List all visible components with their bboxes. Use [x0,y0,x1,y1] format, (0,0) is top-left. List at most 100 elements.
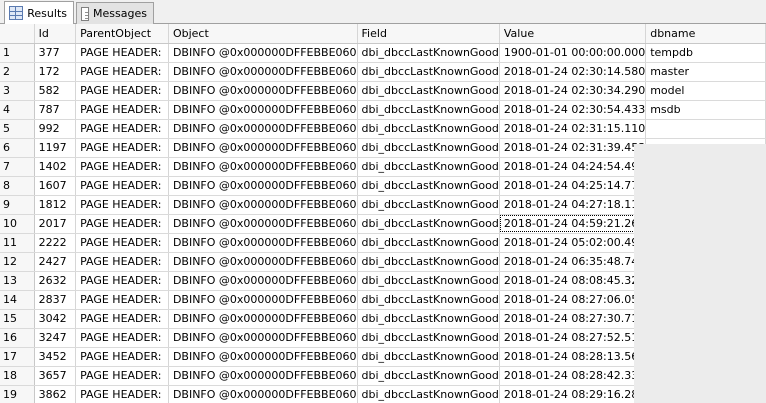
cell-object[interactable]: DBINFO @0x000000DFFEBBE060 [168,309,358,329]
cell-parentobject[interactable]: PAGE HEADER: [75,252,169,272]
table-row[interactable]: 5 992 PAGE HEADER: DBINFO @0x000000DFFEBBE0… [0,119,766,139]
cell-value[interactable]: 2018-01-24 08:28:42.333 [499,366,647,386]
row-number[interactable]: 16 [0,328,35,348]
row-number[interactable]: 9 [0,195,35,215]
cell-parentobject[interactable]: PAGE HEADER: [75,233,169,253]
cell-id[interactable]: 3657 [34,366,77,386]
cell-value[interactable]: 2018-01-24 08:27:52.513 [499,328,647,348]
cell-id[interactable]: 2222 [34,233,77,253]
cell-field[interactable]: dbi_dbccLastKnownGood [357,138,500,158]
cell-object[interactable]: DBINFO @0x000000DFFEBBE060 [168,119,358,139]
cell-dbname[interactable]: msdb [645,100,766,120]
cell-object[interactable]: DBINFO @0x000000DFFEBBE060 [168,81,358,101]
cell-field[interactable]: dbi_dbccLastKnownGood [357,271,500,291]
row-number[interactable]: 14 [0,290,35,310]
cell-object[interactable]: DBINFO @0x000000DFFEBBE060 [168,62,358,82]
cell-value[interactable]: 2018-01-24 02:31:39.453 [499,138,647,158]
cell-value[interactable]: 2018-01-24 02:30:14.580 [499,62,647,82]
tab-messages[interactable]: Messages [76,2,154,24]
row-number[interactable]: 13 [0,271,35,291]
cell-dbname[interactable] [645,119,766,139]
cell-dbname[interactable]: master [645,62,766,82]
cell-object[interactable]: DBINFO @0x000000DFFEBBE060 [168,176,358,196]
cell-dbname[interactable]: tempdb [645,43,766,63]
cell-id[interactable]: 1607 [34,176,77,196]
cell-field[interactable]: dbi_dbccLastKnownGood [357,385,500,403]
cell-field[interactable]: dbi_dbccLastKnownGood [357,252,500,272]
cell-value[interactable]: 2018-01-24 05:02:00.490 [499,233,647,253]
cell-id[interactable]: 787 [34,100,77,120]
cell-parentobject[interactable]: PAGE HEADER: [75,119,169,139]
cell-object[interactable]: DBINFO @0x000000DFFEBBE060 [168,157,358,177]
cell-value[interactable]: 2018-01-24 04:24:54.497 [499,157,647,177]
cell-field[interactable]: dbi_dbccLastKnownGood [357,100,500,120]
cell-parentobject[interactable]: PAGE HEADER: [75,271,169,291]
cell-object[interactable]: DBINFO @0x000000DFFEBBE060 [168,100,358,120]
row-number[interactable]: 17 [0,347,35,367]
cell-object[interactable]: DBINFO @0x000000DFFEBBE060 [168,290,358,310]
row-number[interactable]: 5 [0,119,35,139]
row-number[interactable]: 19 [0,385,35,403]
cell-id[interactable]: 2632 [34,271,77,291]
results-grid[interactable]: Id ParentObject Object Field Value dbname 1 37… [0,24,766,403]
cell-value[interactable]: 2018-01-24 08:28:13.560 [499,347,647,367]
row-number[interactable]: 6 [0,138,35,158]
row-number[interactable]: 11 [0,233,35,253]
cell-field[interactable]: dbi_dbccLastKnownGood [357,195,500,215]
cell-value[interactable]: 2018-01-24 04:59:21.263 [499,214,647,234]
cell-object[interactable]: DBINFO @0x000000DFFEBBE060 [168,252,358,272]
cell-parentobject[interactable]: PAGE HEADER: [75,157,169,177]
row-number[interactable]: 12 [0,252,35,272]
row-number[interactable]: 4 [0,100,35,120]
cell-field[interactable]: dbi_dbccLastKnownGood [357,233,500,253]
cell-id[interactable]: 582 [34,81,77,101]
row-number[interactable]: 18 [0,366,35,386]
column-header-value[interactable]: Value [499,24,647,44]
cell-dbname[interactable]: model [645,81,766,101]
cell-value[interactable]: 2018-01-24 02:30:34.290 [499,81,647,101]
cell-object[interactable]: DBINFO @0x000000DFFEBBE060 [168,366,358,386]
cell-field[interactable]: dbi_dbccLastKnownGood [357,43,500,63]
cell-id[interactable]: 3862 [34,385,77,403]
cell-object[interactable]: DBINFO @0x000000DFFEBBE060 [168,138,358,158]
cell-id[interactable]: 377 [34,43,77,63]
table-row[interactable]: 2 172 PAGE HEADER: DBINFO @0x000000DFFEBBE0… [0,62,766,82]
cell-object[interactable]: DBINFO @0x000000DFFEBBE060 [168,328,358,348]
cell-parentobject[interactable]: PAGE HEADER: [75,100,169,120]
cell-id[interactable]: 2427 [34,252,77,272]
cell-field[interactable]: dbi_dbccLastKnownGood [357,366,500,386]
column-header-dbname[interactable]: dbname [645,24,766,44]
table-row[interactable]: 1 377 PAGE HEADER: DBINFO @0x000000DFFEBBE0… [0,43,766,63]
cell-field[interactable]: dbi_dbccLastKnownGood [357,81,500,101]
cell-value[interactable]: 2018-01-24 08:08:45.327 [499,271,647,291]
row-number[interactable]: 1 [0,43,35,63]
column-header-parentobject[interactable]: ParentObject [75,24,169,44]
cell-object[interactable]: DBINFO @0x000000DFFEBBE060 [168,385,358,403]
cell-id[interactable]: 1402 [34,157,77,177]
cell-id[interactable]: 172 [34,62,77,82]
cell-value[interactable]: 2018-01-24 04:27:18.113 [499,195,647,215]
row-number[interactable]: 10 [0,214,35,234]
column-header-id[interactable]: Id [34,24,77,44]
cell-parentobject[interactable]: PAGE HEADER: [75,347,169,367]
cell-field[interactable]: dbi_dbccLastKnownGood [357,157,500,177]
cell-field[interactable]: dbi_dbccLastKnownGood [357,347,500,367]
cell-value[interactable]: 2018-01-24 08:27:06.050 [499,290,647,310]
cell-field[interactable]: dbi_dbccLastKnownGood [357,328,500,348]
cell-value[interactable]: 2018-01-24 08:29:16.283 [499,385,647,403]
row-number[interactable]: 3 [0,81,35,101]
cell-id[interactable]: 1812 [34,195,77,215]
cell-parentobject[interactable]: PAGE HEADER: [75,309,169,329]
cell-object[interactable]: DBINFO @0x000000DFFEBBE060 [168,214,358,234]
table-row[interactable]: 4 787 PAGE HEADER: DBINFO @0x000000DFFEBBE0… [0,100,766,120]
cell-parentobject[interactable]: PAGE HEADER: [75,195,169,215]
cell-id[interactable]: 3247 [34,328,77,348]
cell-parentobject[interactable]: PAGE HEADER: [75,385,169,403]
tab-results[interactable]: Results [4,1,74,24]
column-header-field[interactable]: Field [357,24,500,44]
cell-parentobject[interactable]: PAGE HEADER: [75,366,169,386]
cell-object[interactable]: DBINFO @0x000000DFFEBBE060 [168,233,358,253]
row-number-header[interactable] [0,24,35,44]
cell-parentobject[interactable]: PAGE HEADER: [75,43,169,63]
cell-object[interactable]: DBINFO @0x000000DFFEBBE060 [168,195,358,215]
